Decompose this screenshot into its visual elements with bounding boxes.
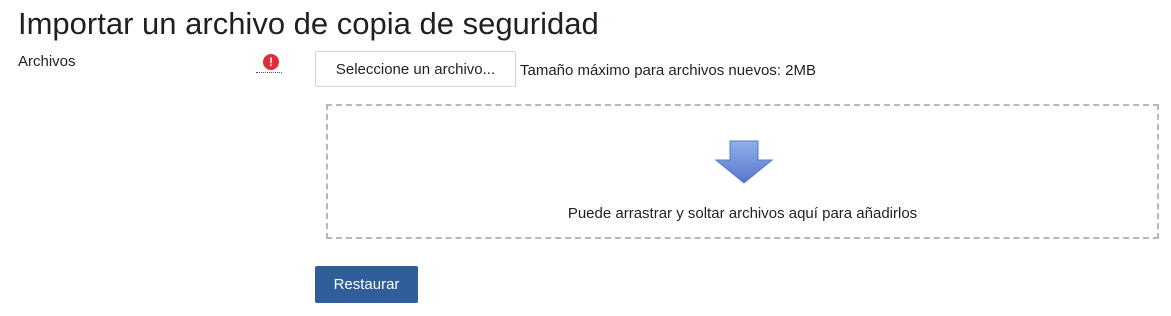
- page-title: Importar un archivo de copia de segurida…: [18, 6, 599, 41]
- dropzone-text: Puede arrastrar y soltar archivos aquí p…: [567, 205, 918, 222]
- file-dropzone[interactable]: Puede arrastrar y soltar archivos aquí p…: [326, 104, 1159, 239]
- restore-button[interactable]: Restaurar: [315, 266, 418, 303]
- required-indicator: !: [256, 54, 282, 73]
- choose-file-button[interactable]: Seleccione un archivo...: [315, 51, 516, 87]
- max-file-size-text: Tamaño máximo para archivos nuevos: 2MB: [520, 62, 816, 79]
- exclamation-circle-icon: !: [263, 54, 279, 70]
- download-arrow-icon: [715, 140, 773, 184]
- files-label: Archivos: [18, 53, 76, 70]
